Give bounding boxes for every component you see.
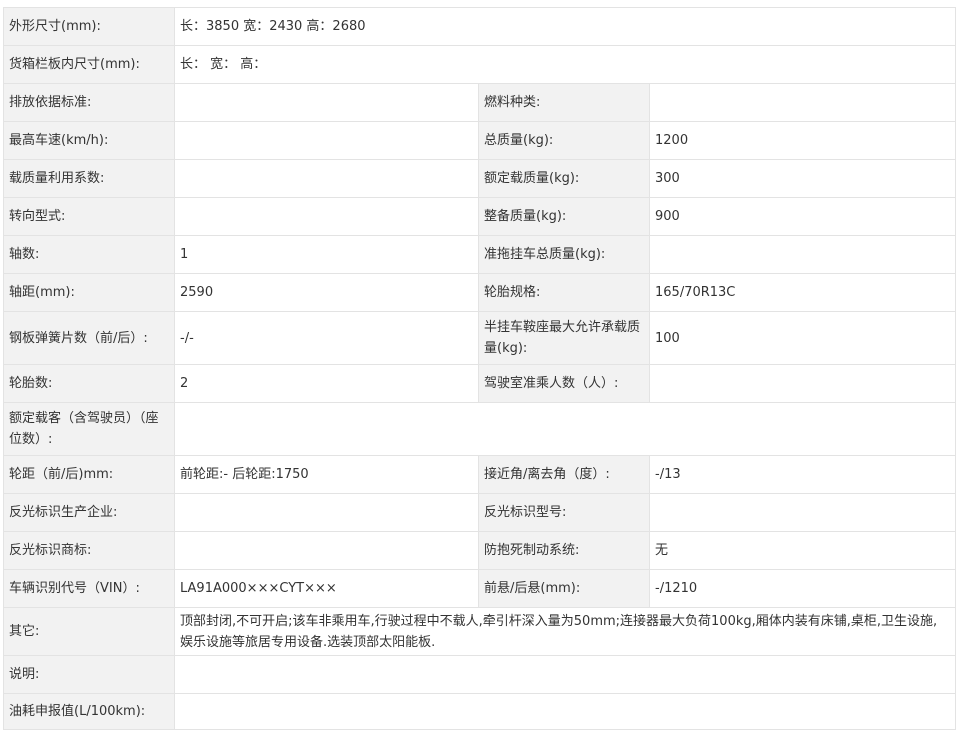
dimensions-label: 外形尺寸(mm): <box>3 7 175 46</box>
axle-count-value: 1 <box>174 235 479 274</box>
trailer-total-mass-label: 准拖挂车总质量(kg): <box>478 235 650 274</box>
fuel-consumption-value <box>173 693 957 730</box>
cab-passengers-value <box>648 364 957 403</box>
tire-spec-label: 轮胎规格: <box>478 273 650 312</box>
wheelbase-label: 轴距(mm): <box>3 273 175 312</box>
spec-row-steering-curb-mass: 转向型式: 整备质量(kg): 900 <box>3 197 957 236</box>
vin-label: 车辆识别代号（VIN）: <box>3 569 175 608</box>
reflective-marking-model-label: 反光标识型号: <box>478 493 650 532</box>
reflective-marking-model-value <box>648 493 957 532</box>
tire-spec-value: 165/70R13C <box>648 273 957 312</box>
spec-row-rated-seats: 额定载客（含驾驶员）（座位数）: <box>3 402 957 456</box>
spec-row-tires-cab-passengers: 轮胎数: 2 驾驶室准乘人数（人）: <box>3 364 957 403</box>
dimensions-value: 长：3850 宽：2430 高：2680 <box>173 7 957 46</box>
load-utilization-coefficient-label: 载质量利用系数: <box>3 159 175 198</box>
axle-count-label: 轴数: <box>3 235 175 274</box>
saddle-max-load-value: 100 <box>648 311 957 365</box>
cargo-box-dimensions-label: 货箱栏板内尺寸(mm): <box>3 45 175 84</box>
max-speed-value <box>174 121 479 160</box>
reflective-marking-maker-label: 反光标识生产企业: <box>3 493 175 532</box>
saddle-max-load-label: 半挂车鞍座最大允许承载质量(kg): <box>478 311 650 365</box>
track-width-label: 轮距（前/后)mm: <box>3 455 175 494</box>
spec-row-reflective-maker-model: 反光标识生产企业: 反光标识型号: <box>3 493 957 532</box>
fuel-consumption-label: 油耗申报值(L/100km): <box>3 693 175 730</box>
spec-row-load-coefficient-rated-load: 载质量利用系数: 额定载质量(kg): 300 <box>3 159 957 198</box>
notes-value <box>173 655 957 694</box>
vin-value: LA91A000×××CYT××× <box>174 569 479 608</box>
rated-load-mass-label: 额定载质量(kg): <box>478 159 650 198</box>
spec-row-dimensions: 外形尺寸(mm): 长：3850 宽：2430 高：2680 <box>3 7 957 46</box>
tire-count-value: 2 <box>174 364 479 403</box>
cab-passengers-label: 驾驶室准乘人数（人）: <box>478 364 650 403</box>
approach-departure-angle-label: 接近角/离去角（度）: <box>478 455 650 494</box>
reflective-marking-brand-value <box>174 531 479 570</box>
fuel-type-value <box>648 83 957 122</box>
spec-row-speed-total-mass: 最高车速(km/h): 总质量(kg): 1200 <box>3 121 957 160</box>
total-mass-value: 1200 <box>648 121 957 160</box>
wheelbase-value: 2590 <box>174 273 479 312</box>
tire-count-label: 轮胎数: <box>3 364 175 403</box>
other-value: 顶部封闭,不可开启;该车非乘用车,行驶过程中不载人,牵引杆深入量为50mm;连接… <box>173 607 957 656</box>
reflective-marking-brand-label: 反光标识商标: <box>3 531 175 570</box>
abs-system-label: 防抱死制动系统: <box>478 531 650 570</box>
leaf-spring-count-value: -/- <box>174 311 479 365</box>
track-width-value: 前轮距:- 后轮距:1750 <box>174 455 479 494</box>
rated-seats-label: 额定载客（含驾驶员）（座位数）: <box>3 402 175 456</box>
leaf-spring-count-label: 钢板弹簧片数（前/后）: <box>3 311 175 365</box>
load-utilization-coefficient-value <box>174 159 479 198</box>
curb-mass-label: 整备质量(kg): <box>478 197 650 236</box>
rated-seats-value <box>173 402 957 456</box>
spec-row-track-angles: 轮距（前/后)mm: 前轮距:- 后轮距:1750 接近角/离去角（度）: -/… <box>3 455 957 494</box>
trailer-total-mass-value <box>648 235 957 274</box>
notes-label: 说明: <box>3 655 175 694</box>
rated-load-mass-value: 300 <box>648 159 957 198</box>
other-label: 其它: <box>3 607 175 656</box>
spec-row-reflective-brand-abs: 反光标识商标: 防抱死制动系统: 无 <box>3 531 957 570</box>
spec-row-wheelbase-tire-spec: 轴距(mm): 2590 轮胎规格: 165/70R13C <box>3 273 957 312</box>
emission-standard-label: 排放依据标准: <box>3 83 175 122</box>
steering-type-value <box>174 197 479 236</box>
spec-row-axles-trailer-mass: 轴数: 1 准拖挂车总质量(kg): <box>3 235 957 274</box>
max-speed-label: 最高车速(km/h): <box>3 121 175 160</box>
emission-standard-value <box>174 83 479 122</box>
spec-row-fuel-consumption: 油耗申报值(L/100km): <box>3 693 957 730</box>
overhang-label: 前悬/后悬(mm): <box>478 569 650 608</box>
spec-row-other: 其它: 顶部封闭,不可开启;该车非乘用车,行驶过程中不载人,牵引杆深入量为50m… <box>3 607 957 656</box>
reflective-marking-maker-value <box>174 493 479 532</box>
fuel-type-label: 燃料种类: <box>478 83 650 122</box>
spec-row-vin-overhang: 车辆识别代号（VIN）: LA91A000×××CYT××× 前悬/后悬(mm)… <box>3 569 957 608</box>
spec-row-leaf-springs-saddle-load: 钢板弹簧片数（前/后）: -/- 半挂车鞍座最大允许承载质量(kg): 100 <box>3 311 957 365</box>
spec-row-emission-fuel: 排放依据标准: 燃料种类: <box>3 83 957 122</box>
vehicle-spec-table: 外形尺寸(mm): 长：3850 宽：2430 高：2680 货箱栏板内尺寸(m… <box>3 7 957 730</box>
spec-row-notes: 说明: <box>3 655 957 694</box>
steering-type-label: 转向型式: <box>3 197 175 236</box>
abs-system-value: 无 <box>648 531 957 570</box>
overhang-value: -/1210 <box>648 569 957 608</box>
spec-row-cargo-box-dimensions: 货箱栏板内尺寸(mm): 长： 宽： 高： <box>3 45 957 84</box>
cargo-box-dimensions-value: 长： 宽： 高： <box>173 45 957 84</box>
curb-mass-value: 900 <box>648 197 957 236</box>
approach-departure-angle-value: -/13 <box>648 455 957 494</box>
total-mass-label: 总质量(kg): <box>478 121 650 160</box>
